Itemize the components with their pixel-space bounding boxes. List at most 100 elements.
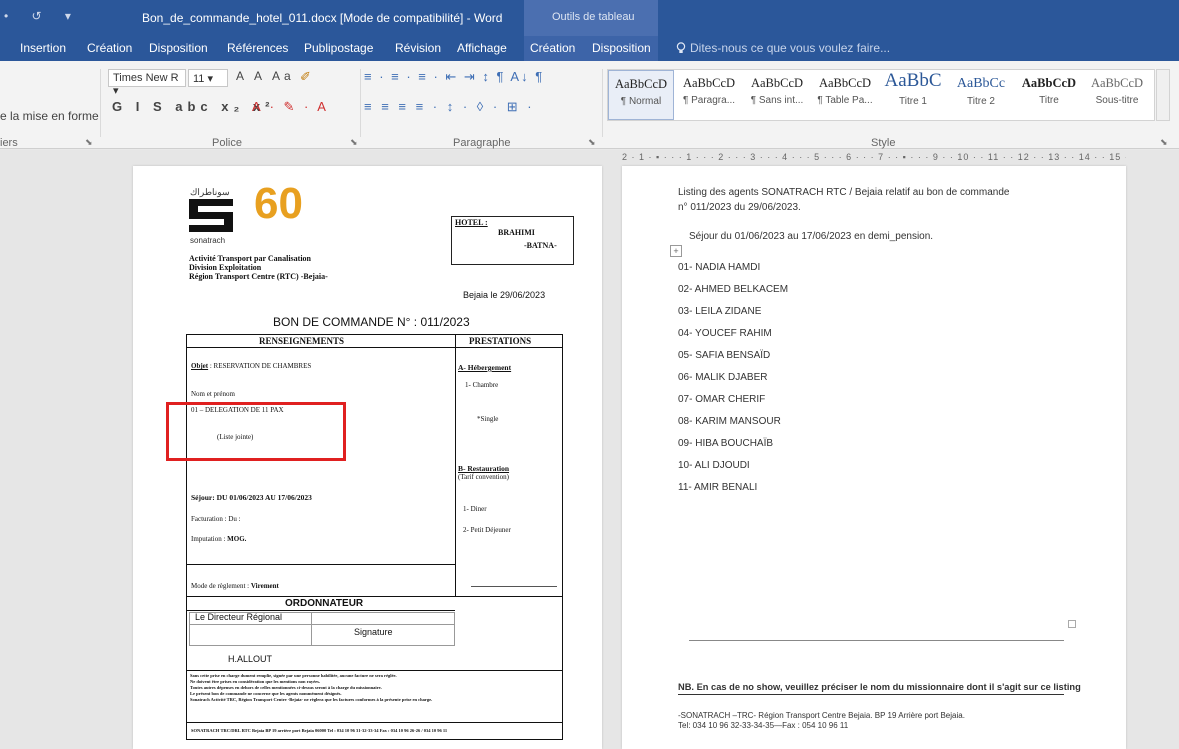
agent-item: 10- ALI DJOUDI bbox=[678, 460, 750, 471]
table-rule bbox=[189, 624, 455, 625]
table-rule bbox=[186, 596, 563, 597]
table-rule bbox=[471, 586, 557, 587]
style-sans-interligne[interactable]: AaBbCcD ¶ Sans int... bbox=[744, 70, 810, 120]
style-sous-titre[interactable]: AaBbCcD Sous-titre bbox=[1084, 70, 1150, 120]
paragraph-row1-buttons[interactable]: ≡ · ≡ · ≡ · ⇤ ⇥ ↕ ¶ A↓ ¶ bbox=[364, 69, 544, 85]
quick-access-toolbar[interactable]: • ↺ ▾ bbox=[4, 9, 81, 23]
facturation-line: Facturation : Du : bbox=[191, 515, 241, 523]
paragraph-launcher-icon[interactable]: ⬊ bbox=[588, 137, 596, 148]
directeur-label: Le Directeur Régional bbox=[195, 612, 283, 622]
style-name: Sous-titre bbox=[1095, 95, 1139, 106]
tab-creation[interactable]: Création bbox=[87, 41, 132, 55]
anniversary-logo: 60 bbox=[254, 179, 303, 228]
font-name-combo[interactable]: Times New R ▾ bbox=[108, 69, 186, 97]
style-normal[interactable]: AaBbCcD ¶ Normal bbox=[608, 70, 674, 120]
ribbon-tabs: Insertion Création Disposition Référence… bbox=[0, 36, 1179, 61]
listing-intro-line2: n° 011/2023 du 29/06/2023. bbox=[678, 202, 801, 213]
chambre-line: 1- Chambre bbox=[465, 381, 499, 389]
style-table-paragraph[interactable]: AaBbCcD ¶ Table Pa... bbox=[812, 70, 878, 120]
tab-affichage[interactable]: Affichage bbox=[457, 41, 507, 55]
page-listing-agents[interactable]: Listing des agents SONATRACH RTC / Bejai… bbox=[622, 166, 1126, 749]
tab-references[interactable]: Références bbox=[227, 41, 288, 55]
no-show-note: NB. En cas de no show, veuillez préciser… bbox=[678, 682, 1081, 692]
mode-value: Virement bbox=[250, 582, 279, 590]
style-titre-1[interactable]: AaBbC Titre 1 bbox=[880, 70, 946, 120]
objet-line: Objet : RESERVATION DE CHAMBRES bbox=[191, 362, 311, 370]
tell-me-box[interactable]: Dites-nous ce que vous voulez faire... bbox=[676, 41, 890, 55]
note-line: Sans cette prise en charge dument rempli… bbox=[190, 673, 397, 678]
agent-item: 04- YOUCEF RAHIM bbox=[678, 328, 772, 339]
tab-publipostage[interactable]: Publipostage bbox=[304, 41, 373, 55]
font-style-buttons[interactable]: G I S abc x₂ x² bbox=[112, 99, 274, 114]
style-group-label: Style bbox=[871, 137, 896, 149]
table-rule bbox=[186, 670, 563, 671]
tarif-line: (Tarif convention) bbox=[458, 473, 510, 481]
clipboard-group-label: iers bbox=[0, 137, 18, 149]
hotel-city: -BATNA- bbox=[524, 241, 557, 250]
tab-disposition[interactable]: Disposition bbox=[149, 41, 208, 55]
table-resize-handle-icon[interactable] bbox=[1068, 620, 1076, 628]
listing-footer-line1: -SONATRACH –TRC- Région Transport Centre… bbox=[678, 711, 965, 720]
table-move-handle-icon[interactable]: + bbox=[670, 245, 682, 257]
agent-item: 03- LEILA ZIDANE bbox=[678, 306, 762, 317]
font-color-buttons[interactable]: A · ✎ · A bbox=[252, 99, 329, 115]
window-title: Bon_de_commande_hotel_011.docx [Mode de … bbox=[142, 11, 503, 25]
style-sample: AaBbCcD bbox=[1090, 76, 1144, 90]
separator-line bbox=[678, 694, 1064, 695]
separator-line bbox=[689, 640, 1064, 641]
org-line: Division Exploitation bbox=[189, 263, 262, 272]
tab-insertion[interactable]: Insertion bbox=[20, 41, 66, 55]
style-name: ¶ Table Pa... bbox=[817, 95, 873, 106]
style-sample: AaBbC bbox=[884, 70, 942, 91]
font-launcher-icon[interactable]: ⬊ bbox=[350, 137, 358, 148]
style-sample: AaBbCcD bbox=[1021, 76, 1077, 90]
style-sample: AaBbCcD bbox=[818, 76, 872, 90]
horizontal-ruler[interactable]: 2 · 1 · ▪ · · · 1 · · · 2 · · · 3 · · · … bbox=[622, 152, 1126, 163]
highlight-annotation-box bbox=[166, 402, 346, 461]
single-line: *Single bbox=[477, 415, 499, 423]
clipboard-launcher-icon[interactable]: ⬊ bbox=[85, 137, 93, 148]
ordonnateur-heading: ORDONNATEUR bbox=[285, 598, 364, 609]
group-separator bbox=[360, 69, 361, 137]
style-paragraphe[interactable]: AaBbCcD ¶ Paragra... bbox=[676, 70, 742, 120]
tab-table-disposition[interactable]: Disposition bbox=[592, 41, 651, 55]
col-header-renseignements: RENSEIGNEMENTS bbox=[259, 336, 345, 346]
tab-revision[interactable]: Révision bbox=[395, 41, 441, 55]
style-gallery-scroll[interactable] bbox=[1156, 69, 1170, 121]
note-line: Le présent bon de commande ne concerne q… bbox=[190, 691, 342, 696]
table-rule bbox=[311, 612, 312, 646]
sonatrach-logo bbox=[189, 199, 251, 232]
font-group-label: Police bbox=[212, 137, 242, 149]
sejour-line: Séjour: DU 01/06/2023 AU 17/06/2023 bbox=[191, 493, 312, 502]
hebergement-heading: A- Hébergement bbox=[458, 363, 512, 372]
clear-format-icon[interactable]: ✐ bbox=[300, 69, 317, 85]
font-size-combo[interactable]: 11 ▾ bbox=[188, 69, 228, 87]
lightbulb-icon bbox=[676, 42, 686, 53]
context-tab-group-label: Outils de tableau bbox=[552, 11, 635, 23]
group-separator bbox=[100, 69, 101, 137]
agent-item: 11- AMIR BENALI bbox=[678, 482, 758, 493]
restauration-heading: B- Restauration bbox=[458, 464, 510, 473]
nom-prenom: Nom et prénom bbox=[191, 390, 235, 398]
font-size-buttons[interactable]: A A Aa bbox=[236, 69, 295, 83]
agent-item: 05- SAFIA BENSAÏD bbox=[678, 350, 771, 361]
font-name-value: Times New R bbox=[113, 72, 179, 84]
paragraph-group-label: Paragraphe bbox=[453, 137, 511, 149]
style-sample: AaBbCcD bbox=[750, 76, 804, 90]
imputation-label: Imputation : bbox=[191, 535, 226, 543]
style-gallery: AaBbCcD ¶ Normal AaBbCcD ¶ Paragra... AaBb… bbox=[607, 69, 1155, 121]
table-rule bbox=[186, 564, 455, 565]
tab-table-creation[interactable]: Création bbox=[530, 41, 575, 55]
style-sample: AaBbCcD bbox=[614, 77, 668, 91]
note-line: Ne doivent être prises en considération … bbox=[190, 679, 321, 684]
paragraph-row2-buttons[interactable]: ≡ ≡ ≡ ≡ · ↕ · ◊ · ⊞ · bbox=[364, 99, 535, 115]
style-name: ¶ Normal bbox=[620, 96, 662, 107]
style-launcher-icon[interactable]: ⬊ bbox=[1160, 137, 1168, 148]
agent-item: 09- HIBA BOUCHAÏB bbox=[678, 438, 774, 449]
hotel-name: BRAHIMI bbox=[498, 228, 535, 237]
listing-sejour: Séjour du 01/06/2023 au 17/06/2023 en de… bbox=[689, 231, 934, 242]
format-painter-label[interactable]: e la mise en forme bbox=[0, 109, 99, 123]
style-titre-2[interactable]: AaBbCc Titre 2 bbox=[948, 70, 1014, 120]
style-titre[interactable]: AaBbCcD Titre bbox=[1016, 70, 1082, 120]
title-bar: • ↺ ▾ Bon_de_commande_hotel_011.docx [Mo… bbox=[0, 0, 1179, 36]
